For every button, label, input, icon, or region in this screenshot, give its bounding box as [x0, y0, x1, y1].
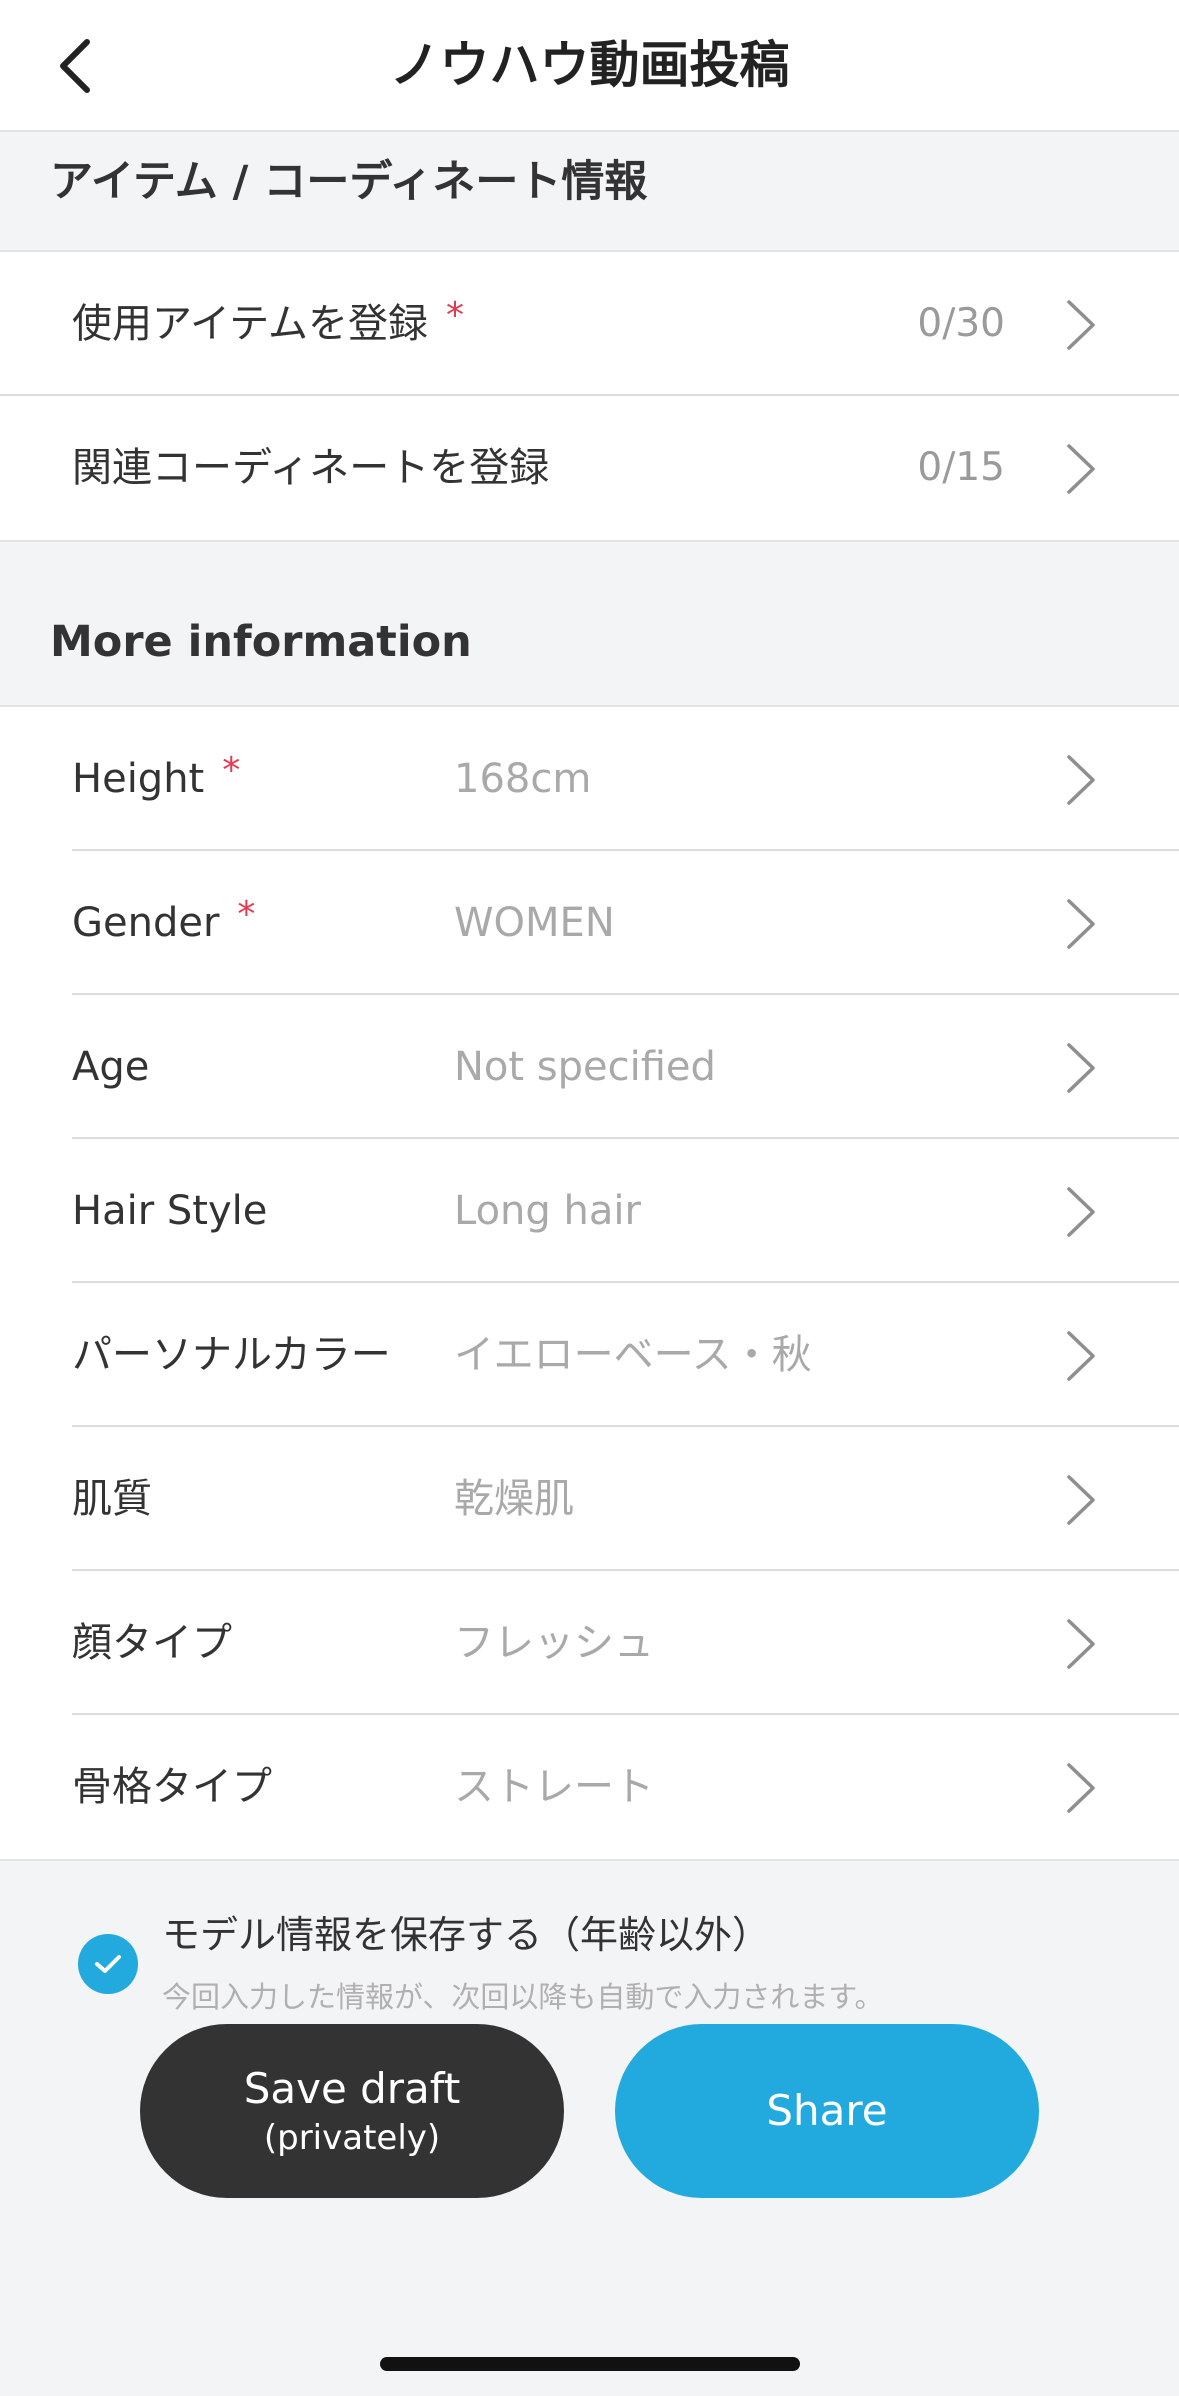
skeleton-type-row[interactable]: 骨格タイプ ストレート — [72, 1715, 1179, 1859]
height-value: 168cm — [454, 756, 592, 802]
skeleton-type-value: ストレート — [454, 1764, 654, 1810]
height-row[interactable]: Height * 168cm — [72, 707, 1179, 851]
chevron-right-icon — [1067, 1331, 1095, 1381]
items-count: 0/30 — [917, 301, 1005, 346]
register-items-label: 使用アイテムを登録 * — [72, 295, 464, 347]
share-label: Share — [766, 2086, 888, 2135]
save-model-info: モデル情報を保存する（年齢以外） 今回入力した情報が、次回以降も自動で入力されま… — [0, 1890, 1179, 2020]
personal-color-row[interactable]: パーソナルカラー イエローベース・秋 — [72, 1283, 1179, 1427]
age-value: Not specified — [454, 1044, 716, 1090]
chevron-right-icon — [1067, 899, 1095, 949]
skin-type-row[interactable]: 肌質 乾燥肌 — [72, 1427, 1179, 1571]
coordinates-count: 0/15 — [917, 445, 1005, 490]
hair-style-value: Long hair — [454, 1188, 641, 1234]
gender-row[interactable]: Gender * WOMEN — [72, 851, 1179, 995]
save-model-subtitle: 今回入力した情報が、次回以降も自動で入力されます。 — [162, 1980, 884, 2014]
chevron-right-icon — [1067, 444, 1095, 494]
gender-value: WOMEN — [454, 900, 615, 946]
save-draft-button[interactable]: Save draft (privately) — [140, 2024, 564, 2198]
register-items-row[interactable]: 使用アイテムを登録 * 0/30 — [0, 252, 1179, 396]
hair-style-label: Hair Style — [72, 1188, 268, 1234]
personal-color-label: パーソナルカラー — [72, 1332, 391, 1378]
skin-type-value: 乾燥肌 — [454, 1476, 574, 1522]
home-indicator[interactable] — [380, 2357, 800, 2371]
page-title: ノウハウ動画投稿 — [389, 36, 790, 94]
face-type-row[interactable]: 顔タイプ フレッシュ — [72, 1571, 1179, 1715]
face-type-label: 顔タイプ — [72, 1620, 232, 1666]
more-info-section: Height * 168cm Gender * WOMEN Age Not spec… — [0, 707, 1179, 1861]
chevron-right-icon — [1067, 1763, 1095, 1813]
gender-label: Gender * — [72, 894, 256, 946]
chevron-right-icon — [1067, 300, 1095, 350]
items-section: 使用アイテムを登録 * 0/30 関連コーディネートを登録 0/15 — [0, 252, 1179, 542]
chevron-right-icon — [1067, 755, 1095, 805]
register-coordinates-row[interactable]: 関連コーディネートを登録 0/15 — [0, 396, 1179, 540]
height-label: Height * — [72, 750, 241, 802]
face-type-value: フレッシュ — [454, 1620, 654, 1666]
nav-header: ノウハウ動画投稿 — [0, 0, 1179, 132]
chevron-right-icon — [1067, 1475, 1095, 1525]
age-label: Age — [72, 1044, 150, 1090]
chevron-right-icon — [1067, 1619, 1095, 1669]
required-marker: * — [222, 750, 241, 791]
save-model-checkbox[interactable] — [78, 1934, 138, 1994]
save-draft-label: Save draft — [243, 2064, 461, 2113]
chevron-right-icon — [1067, 1043, 1095, 1093]
save-model-title: モデル情報を保存する（年齢以外） — [162, 1913, 771, 1957]
skin-type-label: 肌質 — [72, 1476, 152, 1522]
required-marker: * — [446, 295, 464, 336]
save-draft-sublabel: (privately) — [263, 2118, 441, 2158]
required-marker: * — [237, 894, 256, 935]
register-coordinates-label: 関連コーディネートを登録 — [72, 445, 550, 491]
section-header-more-info: More information — [0, 542, 1179, 707]
section-header-items: アイテム / コーディネート情報 — [0, 132, 1179, 252]
chevron-right-icon — [1067, 1187, 1095, 1237]
skeleton-type-label: 骨格タイプ — [72, 1764, 272, 1810]
hair-style-row[interactable]: Hair Style Long hair — [72, 1139, 1179, 1283]
age-row[interactable]: Age Not specified — [72, 995, 1179, 1139]
share-button[interactable]: Share — [615, 2024, 1039, 2198]
personal-color-value: イエローベース・秋 — [454, 1332, 812, 1378]
checkmark-icon — [95, 1955, 121, 1973]
